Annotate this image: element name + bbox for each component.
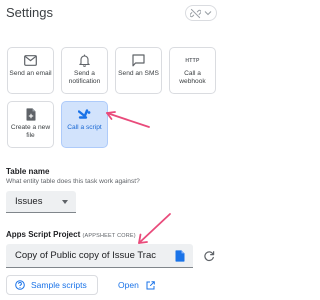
script-project-label: Apps Script Project bbox=[6, 230, 81, 239]
table-name-title: Table name bbox=[6, 167, 50, 176]
script-project-value: Copy of Public copy of Issue Trac bbox=[15, 250, 156, 261]
task-label: Call a webhook bbox=[179, 70, 206, 85]
task-send-email[interactable]: Send an email bbox=[7, 47, 54, 94]
open-label: Open bbox=[118, 280, 139, 290]
task-label: Send an SMS bbox=[118, 70, 159, 77]
sample-scripts-button[interactable]: Sample scripts bbox=[6, 275, 98, 295]
chevron-down-icon bbox=[204, 11, 212, 16]
visibility-toggle[interactable] bbox=[185, 5, 217, 21]
task-send-notification[interactable]: Send a notification bbox=[61, 47, 108, 94]
table-name-help: What entity table does this task work ag… bbox=[6, 178, 140, 185]
page-title: Settings bbox=[6, 5, 53, 20]
help-icon bbox=[15, 280, 25, 290]
file-icon bbox=[26, 108, 35, 121]
link-off-icon bbox=[190, 8, 201, 19]
script-project-field[interactable]: Copy of Public copy of Issue Trac bbox=[6, 244, 193, 268]
task-label: Send an email bbox=[9, 70, 52, 77]
email-icon bbox=[24, 55, 37, 66]
apps-script-icon bbox=[78, 109, 91, 119]
open-in-new-icon bbox=[146, 280, 155, 289]
dropdown-caret-icon bbox=[62, 200, 68, 204]
sample-scripts-label: Sample scripts bbox=[31, 280, 87, 290]
settings-header: Settings bbox=[0, 0, 229, 26]
task-create-file[interactable]: Create a new file bbox=[7, 101, 54, 148]
script-project-tag: (APPSHEET CORE) bbox=[82, 233, 136, 239]
task-label: Create a new file bbox=[10, 124, 51, 139]
task-call-webhook[interactable]: HTTP Call a webhook bbox=[169, 47, 216, 94]
table-select-value: Issues bbox=[15, 196, 43, 207]
webhook-icon: HTTP bbox=[185, 57, 200, 64]
sms-icon bbox=[132, 54, 145, 67]
document-icon[interactable] bbox=[175, 250, 185, 262]
table-select[interactable]: Issues bbox=[6, 191, 76, 213]
open-button[interactable]: Open bbox=[116, 275, 155, 295]
script-project-title: Apps Script Project (APPSHEET CORE) bbox=[6, 230, 136, 239]
refresh-icon[interactable] bbox=[203, 250, 215, 262]
task-label: Call a script bbox=[67, 124, 102, 131]
task-send-sms[interactable]: Send an SMS bbox=[115, 47, 162, 94]
task-label: Send a notification bbox=[68, 70, 101, 85]
task-call-script[interactable]: Call a script bbox=[61, 101, 108, 148]
bell-icon bbox=[79, 54, 90, 67]
